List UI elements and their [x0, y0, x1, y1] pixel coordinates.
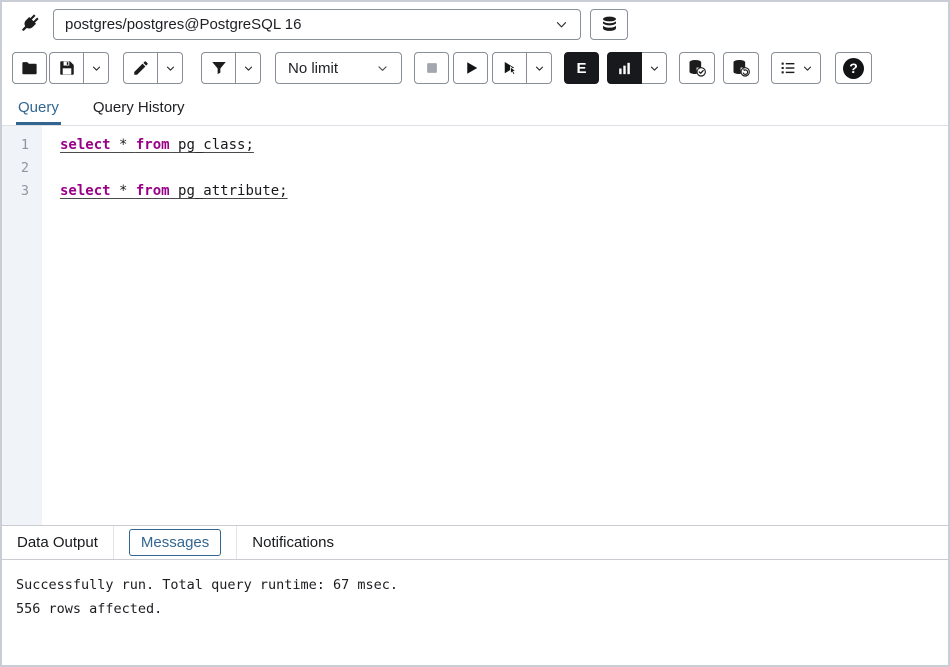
- sql-keyword: select: [60, 137, 111, 153]
- pencil-icon: [132, 59, 150, 77]
- execute-options-dropdown[interactable]: [527, 52, 552, 84]
- code-line-3: select * from pg_attribute;: [42, 180, 948, 203]
- connection-select-value: postgres/postgres@PostgreSQL 16: [65, 16, 554, 33]
- message-line: Successfully run. Total query runtime: 6…: [16, 573, 934, 597]
- plug-icon: [16, 12, 41, 37]
- row-limit-value: No limit: [288, 60, 338, 77]
- tab-query[interactable]: Query: [16, 90, 61, 125]
- open-file-button[interactable]: [12, 52, 47, 84]
- save-options-dropdown[interactable]: [84, 52, 109, 84]
- stop-icon: [423, 59, 441, 77]
- connection-status: [12, 12, 44, 37]
- chevron-down-icon: [649, 63, 660, 74]
- explain-analyze-dropdown[interactable]: [642, 52, 667, 84]
- chevron-down-icon: [802, 63, 813, 74]
- sql-text: *: [111, 137, 136, 153]
- line-number-gutter: 1 2 3: [2, 126, 42, 525]
- chevron-down-icon: [534, 63, 545, 74]
- new-connection-button[interactable]: [590, 9, 628, 40]
- edit-button-group: [123, 52, 183, 84]
- code-line-1: select * from pg_class;: [42, 134, 948, 157]
- execute-script-button[interactable]: [492, 52, 527, 84]
- save-button[interactable]: [49, 52, 84, 84]
- execute-script-group: [492, 52, 552, 84]
- messages-panel: Successfully run. Total query runtime: 6…: [2, 560, 948, 665]
- explain-analyze-button[interactable]: [607, 52, 642, 84]
- sql-editor[interactable]: 1 2 3 select * from pg_class; select * f…: [2, 126, 948, 525]
- filter-options-dropdown[interactable]: [236, 52, 261, 84]
- tab-query-history[interactable]: Query History: [91, 90, 187, 125]
- sql-text: pg_attribute;: [170, 183, 288, 199]
- line-number: 3: [2, 180, 42, 203]
- chevron-down-icon: [243, 63, 254, 74]
- chevron-down-icon: [91, 63, 102, 74]
- tab-data-output[interactable]: Data Output: [2, 526, 114, 559]
- connection-bar: postgres/postgres@PostgreSQL 16: [2, 2, 948, 47]
- floppy-icon: [58, 59, 76, 77]
- explain-button[interactable]: E: [564, 52, 599, 84]
- sql-text: *: [111, 183, 136, 199]
- code-line-2: [42, 157, 948, 180]
- funnel-icon: [210, 59, 228, 77]
- macros-button[interactable]: [771, 52, 821, 84]
- save-button-group: [49, 52, 109, 84]
- filter-button[interactable]: [201, 52, 236, 84]
- rollback-button[interactable]: [723, 52, 759, 84]
- chevron-down-icon: [376, 62, 389, 75]
- list-icon: [779, 59, 797, 77]
- line-number: 1: [2, 134, 42, 157]
- execute-button[interactable]: [453, 52, 488, 84]
- line-number: 2: [2, 157, 42, 180]
- explain-analyze-group: [607, 52, 667, 84]
- help-icon: ?: [843, 58, 864, 79]
- sql-keyword: from: [136, 183, 170, 199]
- editor-tab-bar: Query Query History: [2, 89, 948, 126]
- query-tool-window: postgres/postgres@PostgreSQL 16: [0, 0, 950, 667]
- bar-chart-icon: [616, 60, 633, 77]
- connection-select[interactable]: postgres/postgres@PostgreSQL 16: [53, 9, 581, 40]
- tab-messages[interactable]: Messages: [114, 526, 237, 559]
- sql-keyword: select: [60, 183, 111, 199]
- help-button[interactable]: ?: [835, 52, 872, 84]
- sql-keyword: from: [136, 137, 170, 153]
- code-area[interactable]: select * from pg_class; select * from pg…: [42, 126, 948, 525]
- tab-notifications[interactable]: Notifications: [237, 526, 349, 559]
- commit-button[interactable]: [679, 52, 715, 84]
- folder-icon: [20, 59, 39, 78]
- row-limit-select[interactable]: No limit: [275, 52, 402, 84]
- message-line: 556 rows affected.: [16, 597, 934, 621]
- explain-label: E: [576, 60, 586, 77]
- output-tab-bar: Data Output Messages Notifications: [2, 525, 948, 560]
- sql-text: pg_class;: [170, 137, 254, 153]
- chevron-down-icon: [554, 17, 569, 32]
- stop-button[interactable]: [414, 52, 449, 84]
- filter-button-group: [201, 52, 261, 84]
- play-icon: [462, 59, 480, 77]
- edit-button[interactable]: [123, 52, 158, 84]
- database-check-icon: [687, 58, 707, 78]
- database-rollback-icon: [731, 58, 751, 78]
- chevron-down-icon: [165, 63, 176, 74]
- edit-options-dropdown[interactable]: [158, 52, 183, 84]
- tab-messages-label: Messages: [129, 529, 221, 556]
- database-icon: [600, 15, 619, 34]
- play-cursor-icon: [501, 59, 519, 77]
- query-toolbar: No limit E: [2, 47, 948, 89]
